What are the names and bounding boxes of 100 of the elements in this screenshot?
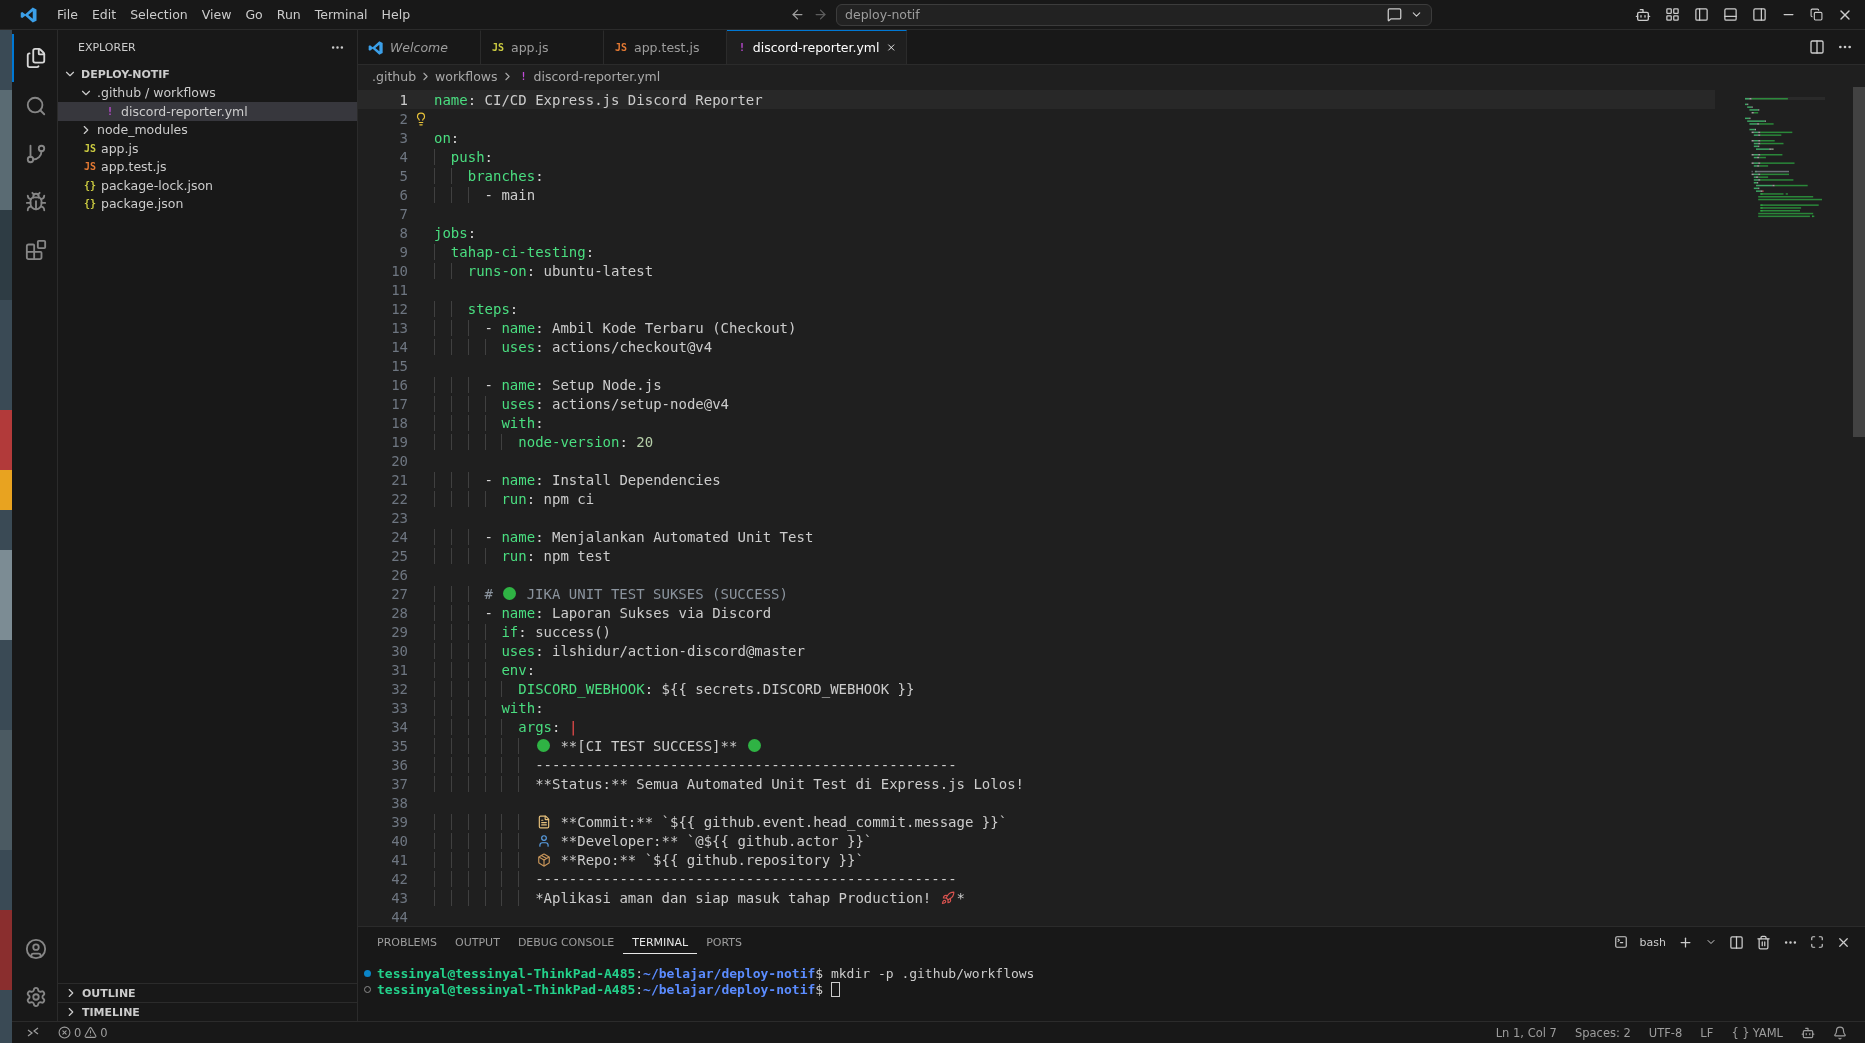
code-text: :: [644, 680, 655, 697]
line-number: 14: [390, 338, 408, 355]
menu-item[interactable]: Selection: [123, 7, 195, 22]
editor-tab[interactable]: ! discord-reporter.yml: [727, 30, 907, 64]
code-text: :: [526, 262, 537, 279]
explorer-entry[interactable]: JS app.test.js: [58, 157, 357, 176]
code-text: :: [526, 661, 536, 678]
code-text: :: [484, 148, 493, 165]
layout-icon[interactable]: [1665, 7, 1680, 22]
explorer-folder[interactable]: .github / workflows: [58, 83, 357, 102]
section-title: OUTLINE: [82, 986, 136, 1000]
chat-icon[interactable]: [1387, 7, 1403, 22]
line-number: 40: [390, 832, 408, 849]
back-icon[interactable]: [790, 7, 806, 22]
toggle-sidebar-icon[interactable]: [1694, 7, 1709, 22]
code-text: **Commit:** `${{ github.event.head_commit.message }}`: [560, 813, 1008, 830]
notifications-icon[interactable]: [1833, 1025, 1847, 1040]
panel-tab[interactable]: OUTPUT: [446, 930, 509, 954]
code-text: --------------------------------------------------: [534, 870, 957, 887]
line-number: 36: [390, 756, 408, 773]
line-number: 2: [398, 110, 408, 127]
code-text: -: [483, 528, 494, 545]
code-text: :: [535, 167, 544, 184]
forward-icon[interactable]: [813, 7, 829, 22]
code-text: npm ci: [543, 490, 595, 507]
trash-icon[interactable]: [1756, 934, 1771, 950]
code-text: run: [500, 490, 527, 507]
split-terminal-icon[interactable]: [1729, 934, 1744, 950]
menu-item[interactable]: Help: [374, 7, 418, 22]
line-number: 39: [390, 813, 408, 830]
toggle-panel-icon[interactable]: [1723, 7, 1738, 22]
yaml-file-icon: !: [103, 105, 117, 117]
warning-count[interactable]: 0: [100, 1025, 108, 1040]
project-header[interactable]: DEPLOY-NOTIF: [58, 65, 357, 84]
maximize-icon[interactable]: [1810, 935, 1824, 949]
code-text: :: [535, 414, 544, 431]
explorer-entry[interactable]: ! discord-reporter.yml: [58, 102, 357, 121]
menu-item[interactable]: Edit: [84, 7, 124, 22]
new-terminal-icon[interactable]: [1678, 934, 1693, 950]
menu-item[interactable]: Run: [269, 7, 308, 22]
breadcrumb-item[interactable]: discord-reporter.yml: [533, 68, 661, 84]
code-text: :: [467, 91, 478, 108]
code-text: :: [467, 224, 477, 241]
line-number: 24: [390, 528, 408, 545]
command-status-dot[interactable]: [364, 969, 371, 977]
code-text: :: [535, 376, 545, 393]
code-comment: #: [483, 585, 493, 602]
javascript-file-icon: JS: [614, 42, 628, 53]
explorer-entry[interactable]: {} package-lock.json: [58, 176, 357, 195]
warning-icon[interactable]: [84, 1026, 98, 1039]
code-text: :: [552, 718, 562, 735]
command-center-search[interactable]: deploy-notif: [836, 3, 1433, 26]
terminal-path: ~/belajar/deploy-notif: [643, 981, 816, 997]
code-text: -: [483, 604, 494, 621]
panel-tab[interactable]: PORTS: [697, 930, 751, 954]
terminal-text: :: [635, 965, 644, 981]
terminal-icon: [1613, 935, 1628, 949]
code-text: :: [535, 604, 545, 621]
vscode-logo-icon: [368, 39, 384, 56]
code-text: CI/CD Express.js Discord Reporter: [484, 91, 763, 108]
menu-item[interactable]: View: [194, 7, 239, 22]
line-number: 23: [390, 509, 408, 526]
language-mode[interactable]: { } YAML: [1731, 1025, 1783, 1040]
status-item[interactable]: Ln 1, Col 7: [1495, 1025, 1557, 1040]
menu-item[interactable]: Go: [238, 7, 270, 22]
code-text: **Repo:** `${{ github.repository }}`: [560, 851, 864, 868]
menu-item[interactable]: Terminal: [307, 7, 375, 22]
restore-icon[interactable]: [1810, 8, 1823, 21]
explorer-entry[interactable]: JS app.js: [58, 139, 357, 158]
lightbulb-icon[interactable]: [414, 111, 428, 126]
code-text: :: [526, 547, 537, 564]
scrollbar-thumb[interactable]: [1853, 87, 1865, 437]
error-count[interactable]: 0: [74, 1025, 82, 1040]
circle-emoji-icon: [503, 587, 517, 600]
code-text: if: [500, 623, 519, 640]
explorer-folder[interactable]: node_modules: [58, 120, 357, 139]
explorer-entry[interactable]: {} package.json: [58, 194, 357, 213]
line-number: 22: [390, 490, 408, 507]
code-text: name: [434, 91, 468, 108]
status-item[interactable]: UTF-8: [1648, 1025, 1683, 1040]
toggle-secondary-sidebar-icon[interactable]: [1752, 7, 1767, 22]
code-text: :: [585, 243, 595, 260]
code-text: success(): [535, 623, 611, 640]
breadcrumb-item[interactable]: .github: [372, 68, 417, 84]
terminal-name[interactable]: bash: [1639, 935, 1666, 949]
sidebar-section[interactable]: OUTLINE: [58, 983, 357, 1002]
split-editor-icon[interactable]: [1809, 39, 1825, 55]
panel-tab[interactable]: TERMINAL: [623, 930, 698, 954]
error-icon[interactable]: [58, 1026, 71, 1039]
code-text: branches: [466, 167, 536, 184]
status-item[interactable]: Spaces: 2: [1574, 1025, 1631, 1040]
menu-item[interactable]: File: [50, 7, 85, 22]
panel-tab[interactable]: DEBUG CONSOLE: [508, 930, 624, 954]
javascript-file-icon: JS: [83, 142, 97, 154]
breadcrumb-item[interactable]: workflows: [435, 68, 498, 84]
terminal-prompt: $: [815, 965, 824, 981]
line-number: 33: [390, 699, 408, 716]
line-number: 3: [398, 129, 408, 146]
panel-tab[interactable]: PROBLEMS: [368, 930, 447, 954]
status-item[interactable]: LF: [1700, 1025, 1714, 1040]
